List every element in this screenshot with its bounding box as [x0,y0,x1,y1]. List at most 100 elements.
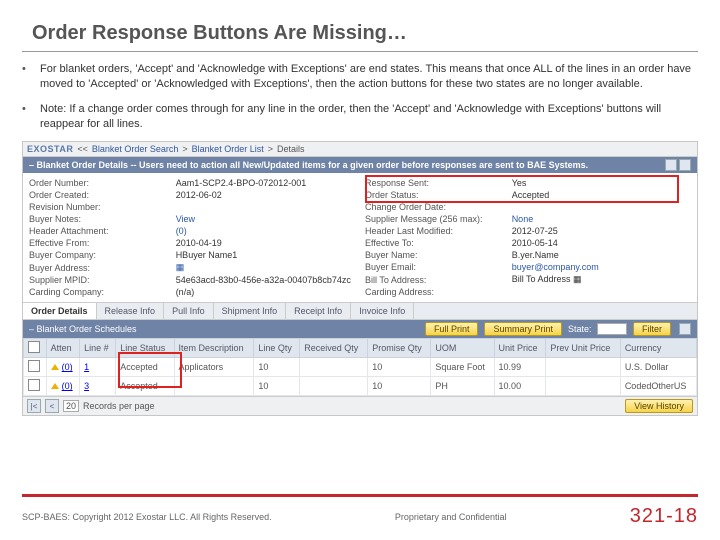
tab-receipt-info[interactable]: Receipt Info [286,303,351,319]
row-checkbox[interactable] [28,360,40,372]
alert-icon [51,383,59,389]
alert-icon [51,364,59,370]
cell: PH [431,377,494,396]
page-number: 321-18 [630,505,698,528]
section-header: – Blanket Order Details -- Users need to… [23,157,697,173]
app-window: EXOSTAR << Blanket Order Search> Blanket… [22,141,698,416]
details-panel: Order Number:Aam1-SCP2.4-BPO-072012-001 … [23,173,697,302]
label: Revision Number: [29,202,176,212]
cell: Accepted [116,377,174,396]
cell: Square Foot [431,358,494,377]
value: 2010-04-19 [176,238,355,248]
expand-icon[interactable] [679,159,691,171]
value: (n/a) [176,287,355,297]
tab-shipment-info[interactable]: Shipment Info [214,303,287,319]
table-row[interactable]: (0) 1 Accepted Applicators 10 10 Square … [24,358,697,377]
label: Supplier Message (256 max): [365,214,512,224]
slide-footer: SCP-BAES: Copyright 2012 Exostar LLC. Al… [0,494,720,528]
label: Header Last Modified: [365,226,512,236]
value: 2012-07-25 [512,226,691,236]
line-link[interactable]: 3 [84,381,89,391]
summary-print-button[interactable]: Summary Print [484,322,562,336]
label: Carding Address: [365,287,512,297]
label: Effective To: [365,238,512,248]
label: Buyer Address: [29,263,176,273]
line-link[interactable]: 1 [84,362,89,372]
buyer-notes-link[interactable]: View [176,214,195,224]
schedules-table: Atten Line # Line Status Item Descriptio… [23,338,697,396]
label: Supplier MPID: [29,275,176,285]
label: Buyer Notes: [29,214,176,224]
bullet-dot: • [22,102,40,132]
logo: EXOSTAR [27,144,73,154]
filter-button[interactable]: Filter [633,322,671,336]
label: Effective From: [29,238,176,248]
col-checkbox[interactable] [24,339,47,358]
confidential-text: Proprietary and Confidential [395,512,507,522]
footer-bar [22,494,698,497]
collapse-icon[interactable] [665,159,677,171]
collapse-icon[interactable] [679,323,691,335]
row-checkbox[interactable] [28,379,40,391]
tab-bar: Order Details Release Info Pull Info Shi… [23,302,697,320]
label: Buyer Email: [365,262,512,272]
breadcrumb-current: Details [277,144,305,154]
label: Bill To Address: [365,275,512,285]
atten-link[interactable]: (0) [62,381,73,391]
table-row[interactable]: (0) 3 Accepted 10 10 PH 10.00 CodedOther… [24,377,697,396]
label: Response Sent: [365,178,512,188]
atten-link[interactable]: (0) [62,362,73,372]
pager: |< < 20 Records per page View History [23,396,697,415]
bullet-text: For blanket orders, 'Accept' and 'Acknow… [40,62,698,92]
buyer-email-link[interactable]: buyer@company.com [512,262,599,272]
supplier-msg-link[interactable]: None [512,214,534,224]
col-price: Unit Price [494,339,546,358]
breadcrumb-sep: << [77,144,88,154]
bullet-text: Note: If a change order comes through fo… [40,102,698,132]
cell: Applicators [174,358,254,377]
state-label: State: [568,324,592,334]
section-header-text: – Blanket Order Details -- Users need to… [29,160,588,170]
label: Header Attachment: [29,226,176,236]
label: Buyer Company: [29,250,176,260]
breadcrumb-link[interactable]: Blanket Order Search [92,144,179,154]
address-icon[interactable]: ▦ [176,262,185,272]
schedules-label: – Blanket Order Schedules [29,324,137,334]
breadcrumb: EXOSTAR << Blanket Order Search> Blanket… [23,142,697,157]
state-select[interactable]: All (2) [597,323,627,335]
tab-order-details[interactable]: Order Details [23,303,97,319]
cell [300,377,368,396]
cell [300,358,368,377]
tab-release-info[interactable]: Release Info [97,303,165,319]
col-status: Line Status [116,339,174,358]
cell [546,377,620,396]
prev-page-button[interactable]: < [45,399,59,413]
value: 2012-06-02 [176,190,355,200]
cell: Accepted [116,358,174,377]
label: Buyer Name: [365,250,512,260]
col-line: Line # [80,339,116,358]
pager-label: Records per page [83,401,155,411]
cell: 10.99 [494,358,546,377]
page-title: Order Response Buttons Are Missing… [32,22,698,45]
tab-invoice-info[interactable]: Invoice Info [351,303,414,319]
bullet-dot: • [22,62,40,92]
col-prev: Prev Unit Price [546,339,620,358]
col-lqty: Line Qty [254,339,300,358]
first-page-button[interactable]: |< [27,399,41,413]
cell: 10 [254,377,300,396]
tab-pull-info[interactable]: Pull Info [164,303,214,319]
value: B.yer.Name [512,250,691,260]
cell [174,377,254,396]
page-size-select[interactable]: 20 [63,400,79,412]
col-rqty: Received Qty [300,339,368,358]
breadcrumb-link[interactable]: Blanket Order List [192,144,264,154]
attachment-link[interactable]: (0) [176,226,187,236]
cell: 10.00 [494,377,546,396]
cell: U.S. Dollar [620,358,696,377]
view-history-button[interactable]: View History [625,399,693,413]
cell: 10 [368,377,431,396]
schedules-header: – Blanket Order Schedules Full Print Sum… [23,320,697,338]
col-atten: Atten [46,339,79,358]
full-print-button[interactable]: Full Print [425,322,479,336]
